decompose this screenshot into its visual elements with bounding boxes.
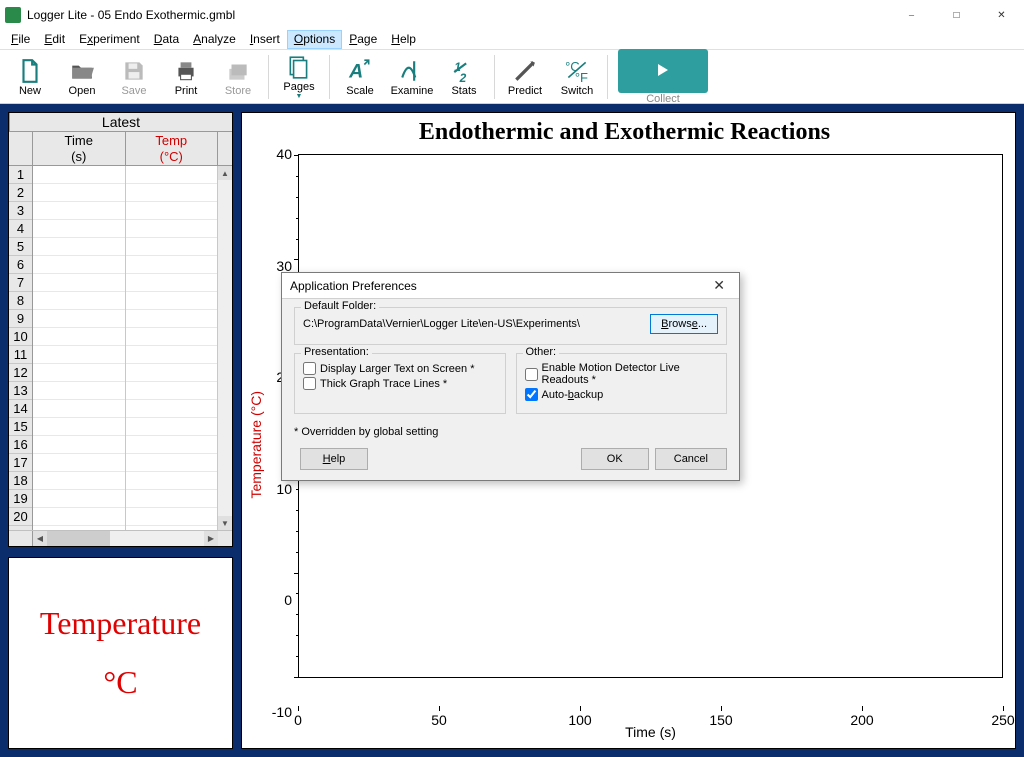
scale-icon: A [346,57,374,85]
scale-button[interactable]: A Scale [334,53,386,101]
x-axis[interactable]: 050100150200250 [298,706,1003,728]
pages-button[interactable]: Pages ▼ [273,53,325,101]
help-button[interactable]: Help [300,448,368,470]
new-button[interactable]: New [4,53,56,101]
ok-button[interactable]: OK [581,448,649,470]
col-time-header[interactable]: Time(s) [33,132,126,166]
switch-icon: °C°F [563,57,591,85]
menu-analyze[interactable]: Analyze [186,30,243,49]
collect-label: Collect [646,93,680,105]
switch-button[interactable]: °C°F Switch [551,53,603,101]
readout-label: Temperature [40,605,201,642]
menu-options[interactable]: Options [287,30,342,49]
store-button[interactable]: Store [212,53,264,101]
store-icon [224,57,252,85]
default-folder-group: Default Folder: C:\ProgramData\Vernier\L… [294,307,727,345]
app-icon [5,7,21,23]
data-table[interactable]: Latest Time(s) Temp(°C) 1234567891011121… [8,112,233,547]
col-temp-cells[interactable] [126,166,219,530]
maximize-button[interactable]: □ [934,0,979,30]
other-group: Other: Enable Motion Detector Live Reado… [516,353,728,414]
stats-icon: 12 [450,57,478,85]
y-axis-label[interactable]: Temperature (°C) [246,391,266,499]
larger-text-checkbox[interactable]: Display Larger Text on Screen * [303,362,497,375]
scroll-down-icon[interactable]: ▼ [218,516,232,530]
default-folder-path: C:\ProgramData\Vernier\Logger Lite\en-US… [303,318,644,330]
close-button[interactable]: ✕ [979,0,1024,30]
stats-button[interactable]: 12 Stats [438,53,490,101]
svg-text:2: 2 [459,70,467,83]
dialog-footnote: * Overridden by global setting [294,426,727,438]
save-button[interactable]: Save [108,53,160,101]
readout-unit: °C [103,664,137,701]
menu-bar: File Edit Experiment Data Analyze Insert… [0,30,1024,50]
row-numbers: 1234567891011121314151617181920 [9,166,33,530]
minimize-button[interactable]: ‒ [889,0,934,30]
new-icon [16,57,44,85]
col-temp-header[interactable]: Temp(°C) [126,132,219,166]
menu-edit[interactable]: Edit [37,30,72,49]
open-button[interactable]: Open [56,53,108,101]
motion-readouts-checkbox[interactable]: Enable Motion Detector Live Readouts * [525,362,719,386]
examine-icon [398,57,426,85]
table-vscroll[interactable]: ▲ ▼ [218,166,232,530]
svg-text:A: A [348,60,363,82]
menu-page[interactable]: Page [342,30,384,49]
window-controls: ‒ □ ✕ [889,0,1024,30]
predict-button[interactable]: Predict [499,53,551,101]
title-bar: Logger Lite - 05 Endo Exothermic.gmbl ‒ … [0,0,1024,30]
open-icon [68,57,96,85]
readout-panel[interactable]: Temperature °C [8,557,233,749]
menu-experiment[interactable]: Experiment [72,30,147,49]
scroll-right-icon[interactable]: ▶ [204,531,218,546]
menu-data[interactable]: Data [147,30,186,49]
auto-backup-checkbox[interactable]: Auto-backup [525,388,719,401]
preferences-dialog: Application Preferences ✕ Default Folder… [281,272,740,481]
graph-title: Endothermic and Exothermic Reactions [246,117,1003,150]
collect-button[interactable] [618,49,708,93]
examine-button[interactable]: Examine [386,53,438,101]
dialog-title: Application Preferences [290,279,417,293]
window-title: Logger Lite - 05 Endo Exothermic.gmbl [27,8,235,22]
menu-help[interactable]: Help [384,30,423,49]
scroll-up-icon[interactable]: ▲ [218,166,232,180]
print-button[interactable]: Print [160,53,212,101]
table-title: Latest [9,113,232,132]
presentation-label: Presentation: [301,346,372,358]
left-panel: Latest Time(s) Temp(°C) 1234567891011121… [8,112,233,749]
menu-insert[interactable]: Insert [243,30,287,49]
cancel-button[interactable]: Cancel [655,448,727,470]
predict-icon [511,57,539,85]
save-icon [120,57,148,85]
table-hscroll[interactable]: ◀ ▶ [9,530,232,546]
other-label: Other: [523,346,560,358]
menu-file[interactable]: File [4,30,37,49]
thick-lines-checkbox[interactable]: Thick Graph Trace Lines * [303,377,497,390]
dialog-titlebar[interactable]: Application Preferences ✕ [282,273,739,299]
presentation-group: Presentation: Display Larger Text on Scr… [294,353,506,414]
print-icon [172,57,200,85]
play-icon [658,64,668,76]
dialog-close-button[interactable]: ✕ [707,275,731,296]
toolbar: New Open Save Print Store Pages ▼ A Scal… [0,50,1024,104]
browse-button[interactable]: Browse... [650,314,718,334]
col-time-cells[interactable] [33,166,126,530]
svg-text:°F: °F [575,69,588,83]
pages-icon [285,53,313,81]
scroll-left-icon[interactable]: ◀ [33,531,47,546]
default-folder-label: Default Folder: [301,300,379,312]
